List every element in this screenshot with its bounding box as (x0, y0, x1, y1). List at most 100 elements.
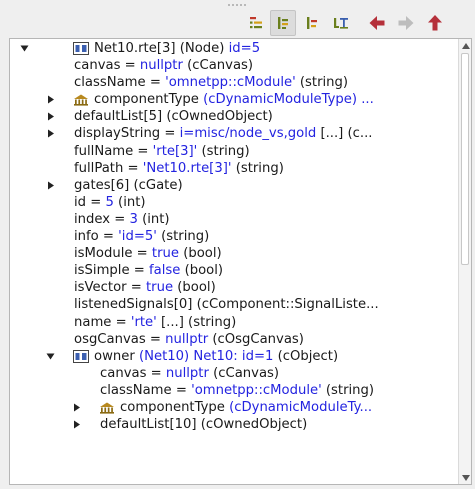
tree-row[interactable]: componentType (cDynamicModuleType) ... (10, 91, 457, 108)
triangle-up-icon (461, 42, 470, 49)
flat-list-icon (278, 17, 288, 29)
collapse-triangle-icon[interactable] (70, 416, 82, 433)
tree-row[interactable]: gates[6] (cGate) (10, 177, 457, 194)
field-text: osgCanvas = (74, 331, 166, 347)
field-text: displayString = (74, 126, 180, 142)
field-text: (string) (231, 160, 284, 176)
field-value: 5 (105, 194, 114, 210)
tree-row[interactable]: defaultList[10] (cOwnedObject) (10, 416, 457, 433)
inspector-toolbar (0, 9, 475, 37)
tree-row[interactable]: displayString = i=misc/node_vs,gold [...… (10, 125, 457, 142)
field-value: 'rte[3]' (152, 143, 198, 159)
module-type-icon (73, 93, 89, 106)
field-text: (int) (137, 211, 170, 227)
module-icon (73, 42, 89, 55)
field-text: (bool) (173, 280, 216, 296)
field-value: true (151, 246, 179, 262)
field-text: (cCanvas) (182, 58, 254, 74)
forward-arrow-icon (398, 16, 414, 30)
grouped-view-button[interactable] (299, 10, 325, 36)
field-value: (Net10) Net10: id=1 (138, 348, 274, 364)
tree-row-label: isVector = true (bool) (74, 279, 216, 296)
tree-row[interactable]: isVector = true (bool) (10, 279, 457, 296)
scroll-thumb[interactable] (461, 53, 469, 265)
back-button[interactable] (364, 10, 390, 36)
tree-row[interactable]: defaultList[5] (cOwnedObject) (10, 108, 457, 125)
tree-row-label: fullName = 'rte[3]' (string) (74, 143, 250, 160)
tree-row[interactable]: fullName = 'rte[3]' (string) (10, 143, 457, 160)
tree-row[interactable]: className = 'omnetpp::cModule' (string) (10, 74, 457, 91)
object-tree[interactable]: Net10.rte[3] (Node) id=5 canvas = nullptr… (9, 38, 472, 485)
field-text: (bool) (180, 263, 224, 279)
tree-row[interactable]: className = 'omnetpp::cModule' (string) (10, 382, 457, 399)
field-text: canvas = (74, 58, 140, 74)
tree-rows: Net10.rte[3] (Node) id=5 canvas = nullptr… (10, 40, 457, 433)
scroll-down-arrow[interactable] (460, 472, 471, 483)
tree-row[interactable]: isModule = true (bool) (10, 245, 457, 262)
tree-row[interactable]: owner (Net10) Net10: id=1 (cObject) (10, 348, 457, 365)
field-value: nullptr (165, 365, 209, 381)
tree-row-label: Net10.rte[3] (Node) id=5 (94, 40, 260, 57)
tree-row-label: index = 3 (int) (74, 211, 170, 228)
collapse-triangle-icon[interactable] (44, 91, 56, 108)
field-text: (cObject) (273, 348, 339, 364)
expand-triangle-icon[interactable] (18, 40, 30, 57)
tree-row[interactable]: osgCanvas = nullptr (cOsgCanvas) (10, 331, 457, 348)
tree-row-label: displayString = i=misc/node_vs,gold [...… (74, 125, 373, 142)
field-text: (cCanvas) (208, 365, 280, 381)
field-text: componentType (94, 92, 204, 108)
tree-row[interactable]: canvas = nullptr (cCanvas) (10, 365, 457, 382)
field-value: i=misc/node_vs,gold (179, 126, 317, 142)
tree-row[interactable]: info = 'id=5' (string) (10, 228, 457, 245)
scroll-up-arrow[interactable] (460, 40, 471, 51)
field-text: isSimple = (74, 263, 149, 279)
tree-row[interactable]: Net10.rte[3] (Node) id=5 (10, 40, 457, 57)
field-text: (string) (295, 75, 349, 91)
tree-row[interactable]: index = 3 (int) (10, 211, 457, 228)
field-text: (int) (113, 194, 146, 210)
tree-row[interactable]: name = 'rte' [...] (string) (10, 314, 457, 331)
tree-row[interactable]: canvas = nullptr (cCanvas) (10, 57, 457, 74)
field-text: componentType (120, 399, 230, 415)
tree-row-label: className = 'omnetpp::cModule' (string) (74, 74, 348, 91)
collapse-triangle-icon[interactable] (44, 108, 56, 125)
field-text: canvas = (100, 365, 166, 381)
tree-row-label: isSimple = false (bool) (74, 262, 223, 279)
collapse-triangle-icon[interactable] (44, 177, 56, 194)
collapse-triangle-icon[interactable] (44, 125, 56, 142)
field-value: id=5 (228, 41, 261, 56)
tree-row[interactable]: isSimple = false (bool) (10, 262, 457, 279)
triangle-down-icon (461, 474, 470, 481)
tree-row-label: name = 'rte' [...] (string) (74, 314, 236, 331)
vertical-scrollbar[interactable] (458, 39, 471, 484)
field-value: 3 (129, 211, 138, 227)
module-icon (73, 349, 89, 363)
tree-row-label: owner (Net10) Net10: id=1 (cObject) (94, 348, 338, 365)
expand-triangle-icon[interactable] (44, 348, 56, 365)
field-value: 'omnetpp::cModule' (165, 75, 296, 91)
up-arrow-icon (428, 15, 442, 31)
field-text: (string) (197, 143, 250, 159)
tree-row[interactable]: id = 5 (int) (10, 194, 457, 211)
field-value: 'rte' (130, 314, 157, 330)
tree-row-label: defaultList[10] (cOwnedObject) (100, 416, 307, 433)
field-text: (bool) (179, 246, 222, 262)
text-view-button[interactable] (328, 10, 354, 36)
tree-row-label: isModule = true (bool) (74, 245, 222, 262)
field-text: index = (74, 211, 130, 227)
up-button[interactable] (422, 10, 448, 36)
field-value: nullptr (165, 331, 209, 347)
tree-row[interactable]: fullPath = 'Net10.rte[3]' (string) (10, 160, 457, 177)
field-value: true (146, 280, 174, 296)
field-text: className = (74, 75, 166, 91)
forward-button[interactable] (393, 10, 419, 36)
tree-view-button[interactable] (243, 10, 269, 36)
field-value: (cDynamicModuleTy... (229, 399, 373, 415)
flat-list-button[interactable] (270, 10, 296, 36)
collapse-triangle-icon[interactable] (70, 399, 82, 416)
toolbar-grip[interactable] (222, 2, 252, 8)
field-text: name = (74, 314, 131, 330)
tree-row[interactable]: listenedSignals[0] (cComponent::SignalLi… (10, 296, 457, 313)
tree-row[interactable]: componentType (cDynamicModuleTy... (10, 399, 457, 416)
tree-row-label: canvas = nullptr (cCanvas) (100, 365, 279, 382)
